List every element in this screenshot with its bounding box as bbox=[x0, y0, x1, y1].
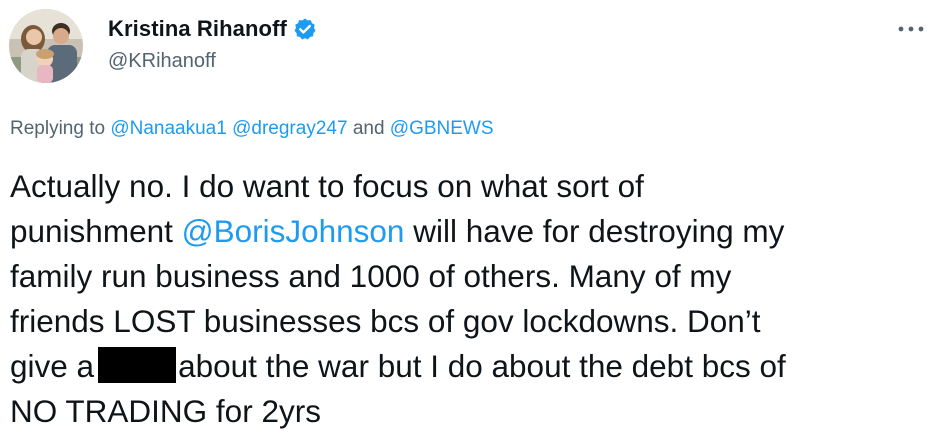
redaction-box bbox=[98, 347, 177, 383]
tweet-text-segment: give a bbox=[10, 348, 95, 384]
tweet-line: Actually no. I do want to focus on what … bbox=[10, 168, 644, 204]
replying-conjunction: and bbox=[352, 118, 385, 139]
more-options-icon[interactable] bbox=[896, 22, 926, 34]
profile-photo-avatar bbox=[9, 9, 83, 83]
tweet-text-segment: punishment bbox=[10, 213, 182, 249]
tweet-line: punishment @BorisJohnson will have for d… bbox=[10, 209, 935, 254]
replying-to-line: Replying to @Nanaakua1 @dregray247 and @… bbox=[10, 118, 494, 140]
mention-link[interactable]: @Nanaakua1 bbox=[110, 118, 226, 139]
tweet-text-segment: about the war but I do about the debt bc… bbox=[178, 348, 786, 384]
author-name-row: Kristina Rihanoff bbox=[108, 16, 317, 42]
tweet-line: give a about the war but I do about the d… bbox=[10, 344, 935, 389]
tweet-line: NO TRADING for 2yrs bbox=[10, 393, 321, 429]
mention-link[interactable]: @BorisJohnson bbox=[182, 213, 405, 249]
author-handle[interactable]: @KRihanoff bbox=[108, 50, 216, 73]
mention-link[interactable]: @GBNEWS bbox=[390, 118, 494, 139]
tweet-text: Actually no. I do want to focus on what … bbox=[10, 164, 935, 434]
tweet-line: friends LOST businesses bcs of gov lockd… bbox=[10, 303, 761, 339]
avatar[interactable] bbox=[9, 9, 83, 83]
tweet-line: family run business and 1000 of others. … bbox=[10, 258, 732, 294]
tweet-text-segment: will have for destroying my bbox=[404, 213, 785, 249]
verified-badge-icon bbox=[293, 17, 317, 41]
tweet-card: Kristina Rihanoff @KRihanoff Replying to… bbox=[0, 0, 940, 431]
replying-to-label: Replying to bbox=[10, 118, 106, 139]
mention-link[interactable]: @dregray247 bbox=[232, 118, 347, 139]
display-name[interactable]: Kristina Rihanoff bbox=[108, 16, 287, 42]
